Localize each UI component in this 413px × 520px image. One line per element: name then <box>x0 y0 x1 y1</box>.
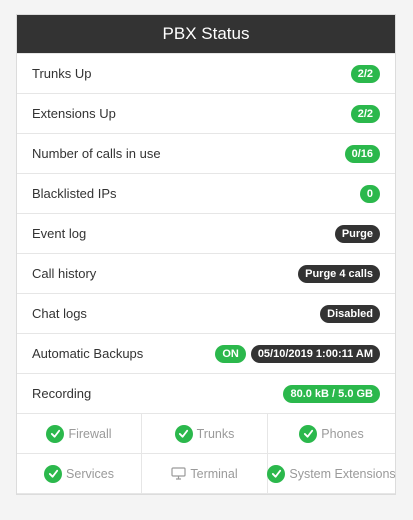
row-label: Recording <box>32 386 92 401</box>
row-label: Event log <box>32 226 87 241</box>
status-row-blacklisted-ips: Blacklisted IPs 0 <box>17 173 395 213</box>
check-icon <box>299 424 318 443</box>
service-phones[interactable]: Phones <box>268 414 395 454</box>
row-label: Trunks Up <box>32 66 92 81</box>
status-badge: 0 <box>359 184 380 203</box>
service-system-extensions[interactable]: System Extensions <box>267 454 396 494</box>
service-label: System Extensions <box>289 466 396 481</box>
purge-call-history-button[interactable]: Purge 4 calls <box>298 264 380 283</box>
status-row-chat-logs: Chat logs Disabled <box>17 293 395 333</box>
service-label: Trunks <box>196 426 235 441</box>
row-label: Automatic Backups <box>32 346 144 361</box>
recording-usage-badge: 80.0 kB / 5.0 GB <box>283 384 380 403</box>
service-firewall[interactable]: Firewall <box>17 414 142 454</box>
status-badge: Disabled <box>320 304 380 323</box>
service-label: Phones <box>321 426 364 441</box>
check-icon <box>267 464 286 483</box>
check-icon <box>46 424 65 443</box>
service-services[interactable]: Services <box>17 454 142 494</box>
status-row-trunks-up: Trunks Up 2/2 <box>17 53 395 93</box>
status-badge: 2/2 <box>350 104 380 123</box>
panel-title: PBX Status <box>17 15 395 53</box>
check-icon <box>174 424 193 443</box>
row-label: Chat logs <box>32 306 87 321</box>
services-grid: Firewall Trunks Phones Services Terminal <box>17 413 396 494</box>
status-row-extensions-up: Extensions Up 2/2 <box>17 93 395 133</box>
purge-event-log-button[interactable]: Purge <box>334 224 380 243</box>
status-row-event-log: Event log Purge <box>17 213 395 253</box>
status-badge: 0/16 <box>344 144 380 163</box>
row-label: Blacklisted IPs <box>32 186 117 201</box>
row-label: Call history <box>32 266 97 281</box>
check-icon <box>44 464 63 483</box>
status-row-automatic-backups: Automatic Backups ON 05/10/2019 1:00:11 … <box>17 333 395 373</box>
status-row-calls-in-use: Number of calls in use 0/16 <box>17 133 395 173</box>
service-trunks[interactable]: Trunks <box>142 414 268 454</box>
pbx-status-panel: PBX Status Trunks Up 2/2 Extensions Up 2… <box>16 14 396 495</box>
status-row-call-history: Call history Purge 4 calls <box>17 253 395 293</box>
monitor-icon <box>171 467 186 480</box>
row-label: Extensions Up <box>32 106 116 121</box>
service-terminal[interactable]: Terminal <box>142 454 268 494</box>
status-badge: 2/2 <box>350 64 380 83</box>
backup-on-badge: ON <box>215 344 246 363</box>
service-label: Terminal <box>190 466 238 481</box>
service-label: Services <box>66 466 114 481</box>
row-label: Number of calls in use <box>32 146 161 161</box>
status-row-recording: Recording 80.0 kB / 5.0 GB <box>17 373 395 413</box>
service-label: Firewall <box>68 426 112 441</box>
backup-timestamp-badge: 05/10/2019 1:00:11 AM <box>250 344 380 363</box>
